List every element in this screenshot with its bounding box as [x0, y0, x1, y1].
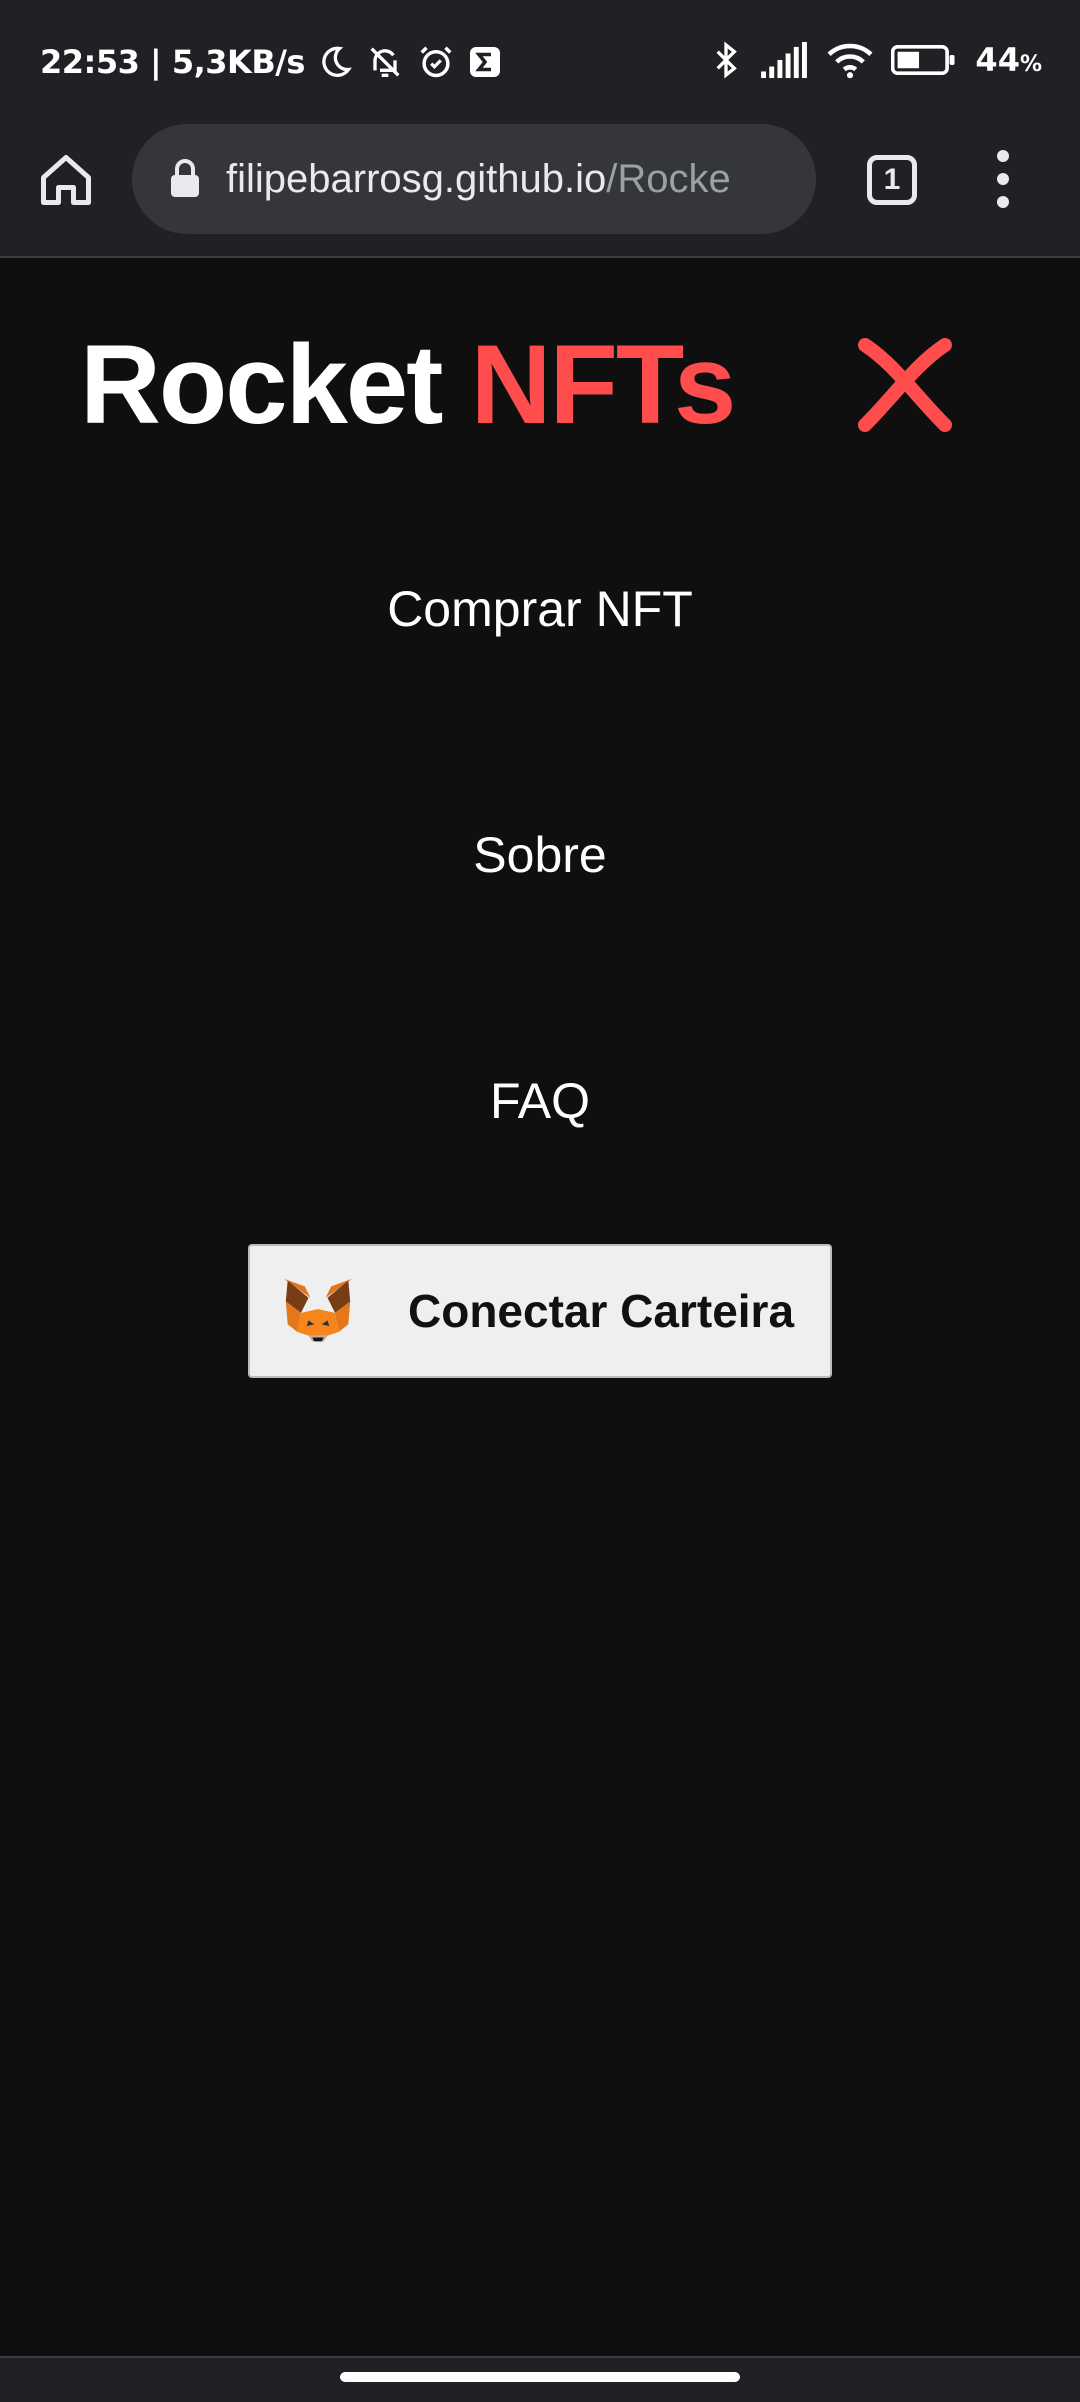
close-menu-icon[interactable] [855, 335, 955, 435]
app-sigma-icon [469, 47, 500, 77]
brand-nfts: NFTs [470, 322, 737, 447]
brand-rocket: Rocket [80, 322, 443, 447]
connect-wallet-label: Conectar Carteira [408, 1285, 795, 1337]
status-right: 44% [711, 40, 1042, 80]
battery-icon [891, 44, 955, 76]
status-time-speed: 22:53 | 5,3KB/s [40, 43, 305, 81]
wifi-icon [827, 43, 873, 79]
gesture-handle[interactable] [340, 2372, 740, 2382]
status-left: 22:53 | 5,3KB/s [40, 42, 503, 82]
signal-icon [761, 42, 808, 78]
alarm-icon [420, 46, 452, 78]
menu-item-faq[interactable]: FAQ [0, 1072, 1080, 1130]
site-logo[interactable]: Rocket NFTs [80, 320, 737, 449]
connect-wallet-button[interactable]: Conectar Carteira [248, 1244, 832, 1378]
bell-off-icon [370, 47, 400, 77]
menu-item-comprar-nft[interactable]: Comprar NFT [0, 580, 1080, 638]
battery-percent: 44% [975, 41, 1042, 79]
metamask-fox-icon [283, 1278, 353, 1342]
moon-icon [322, 46, 352, 77]
browser-menu-icon[interactable] [990, 150, 1016, 212]
menu-item-sobre[interactable]: Sobre [0, 826, 1080, 884]
home-icon[interactable] [36, 150, 96, 210]
status-bar: 22:53 | 5,3KB/s 44% [0, 0, 1080, 126]
bluetooth-icon [716, 41, 738, 79]
url-text[interactable]: filipebarrosg.github.io/Rocke [226, 157, 731, 202]
tab-switcher-button[interactable]: 1 [867, 155, 917, 205]
lock-icon [171, 159, 199, 197]
url-bar[interactable]: filipebarrosg.github.io/Rocke [132, 124, 816, 234]
